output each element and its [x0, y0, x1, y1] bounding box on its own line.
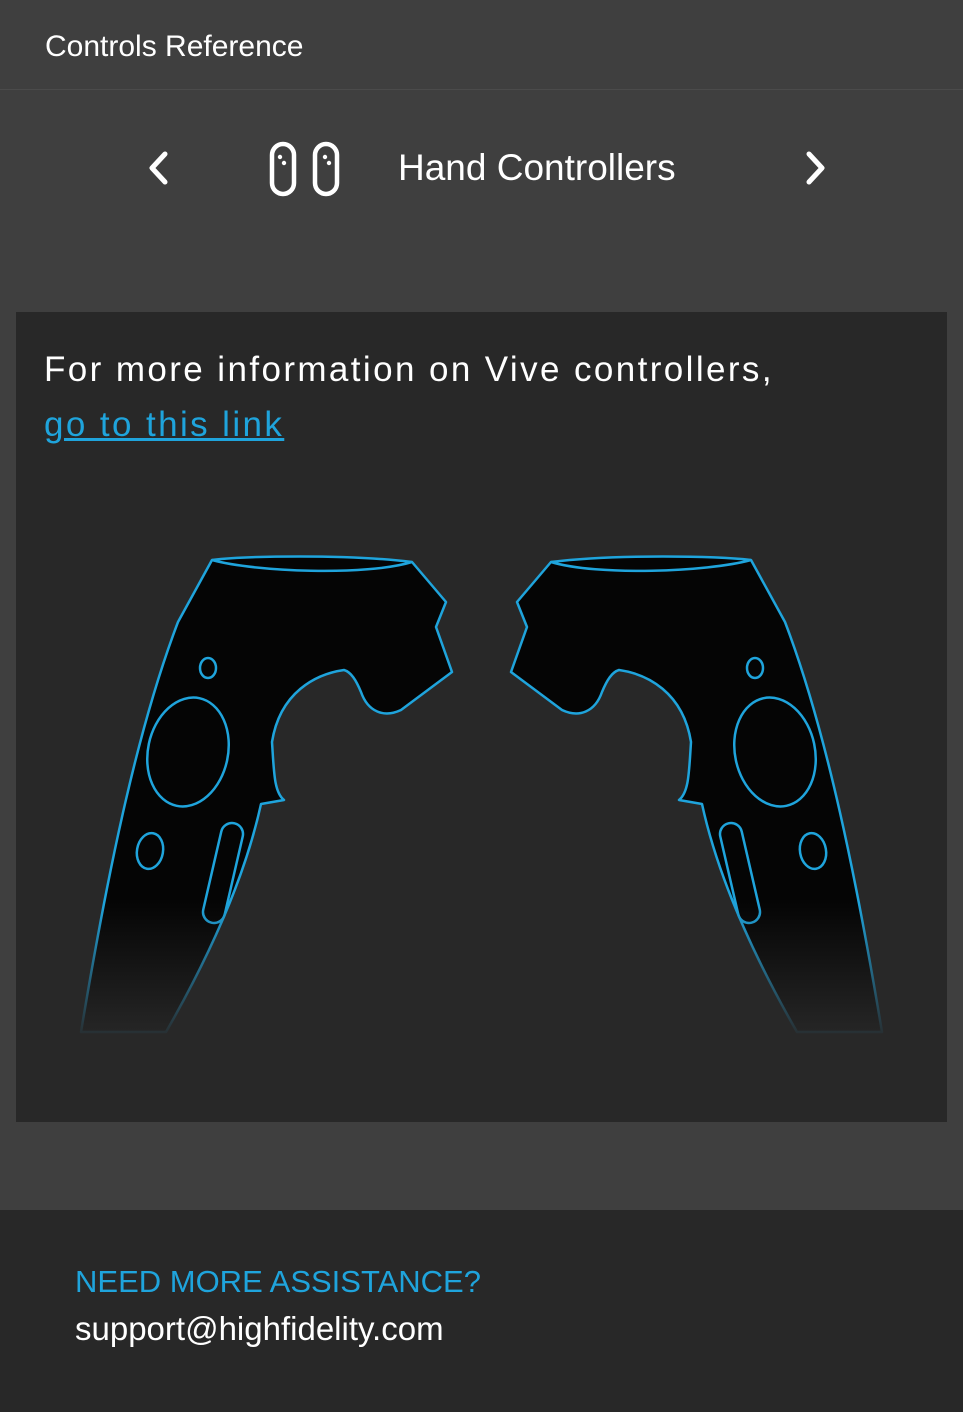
previous-device-button[interactable]: [138, 144, 178, 192]
title-bar: Controls Reference: [0, 0, 963, 90]
vive-controllers-illustration: [16, 555, 947, 1042]
device-selector: Hand Controllers: [0, 130, 963, 206]
next-device-button[interactable]: [796, 144, 836, 192]
chevron-left-icon: [149, 151, 168, 185]
info-text: For more information on Vive controllers…: [44, 350, 774, 389]
hand-controllers-icon: [269, 141, 340, 197]
support-footer: NEED MORE ASSISTANCE? support@highfideli…: [0, 1210, 963, 1412]
info-paragraph: For more information on Vive controllers…: [44, 342, 924, 452]
device-title: Hand Controllers: [398, 147, 676, 188]
support-email[interactable]: support@highfidelity.com: [75, 1310, 444, 1348]
assistance-heading: NEED MORE ASSISTANCE?: [75, 1264, 481, 1299]
page-title: Controls Reference: [45, 30, 304, 63]
vive-info-link[interactable]: go to this link: [44, 405, 284, 444]
controller-info-panel: For more information on Vive controllers…: [16, 312, 947, 1122]
chevron-right-icon: [806, 151, 825, 185]
